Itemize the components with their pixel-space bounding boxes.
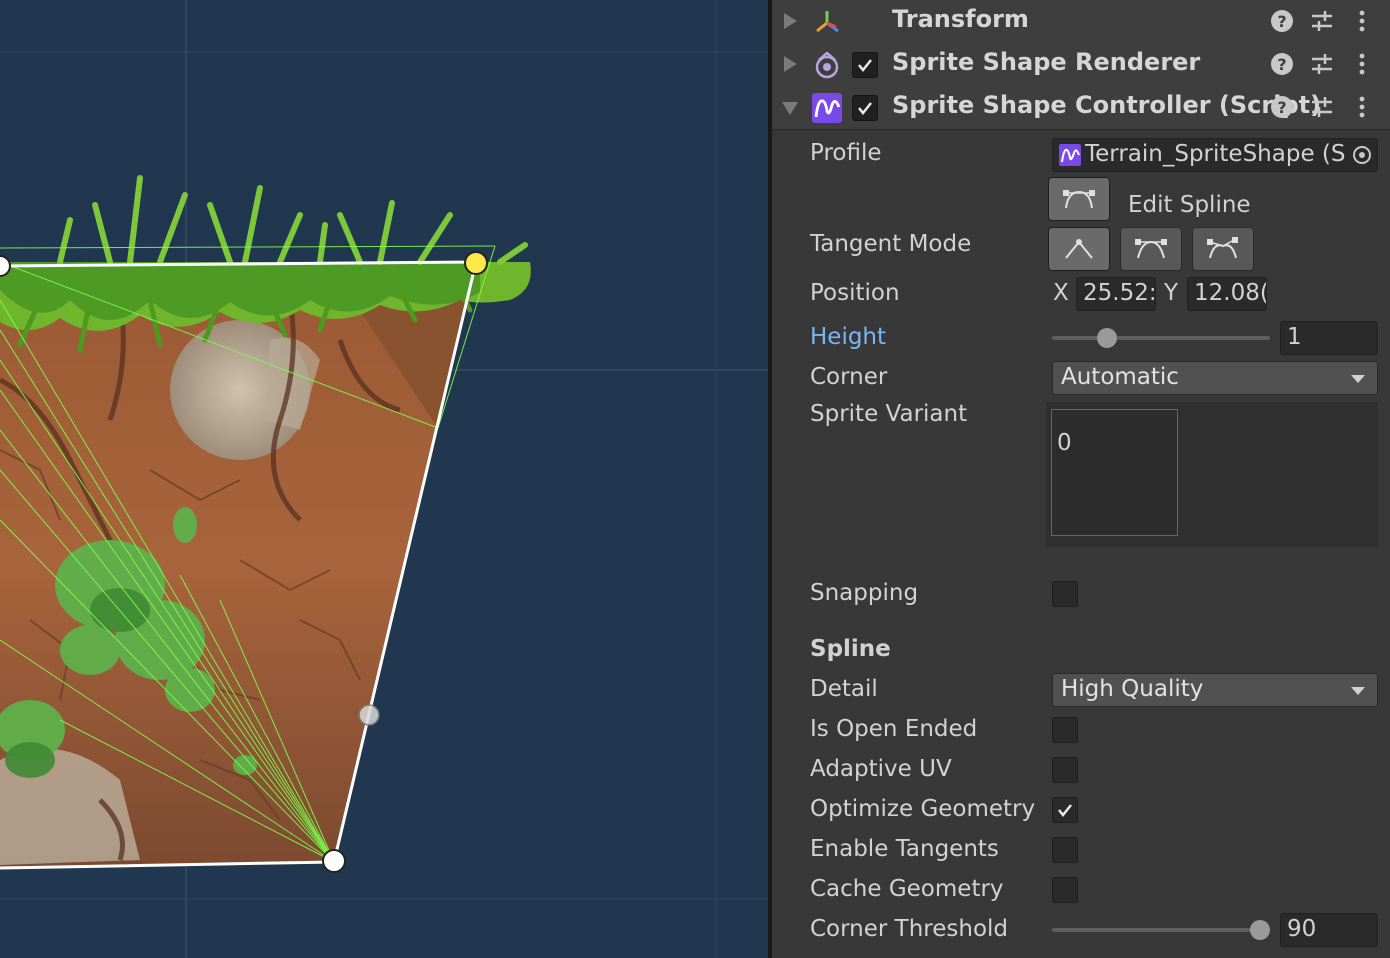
inspector-panel: Transform ? Sprite Shape Renderer ? Spri… <box>772 0 1390 958</box>
corner-dropdown[interactable]: Automatic <box>1052 361 1378 395</box>
position-x-field[interactable]: 25.52: <box>1076 277 1156 311</box>
corner-dropdown-value: Automatic <box>1061 364 1179 390</box>
scene-view[interactable] <box>0 0 768 958</box>
component-header-sprite-shape-controller[interactable]: Sprite Shape Controller (Script) ? <box>772 86 1390 130</box>
sprite-shape-renderer-icon <box>815 51 839 79</box>
chevron-down-icon <box>1351 687 1365 695</box>
enable-tangents-label: Enable Tangents <box>810 836 999 862</box>
transform-axis-icon <box>816 11 839 33</box>
foldout-arrow-icon[interactable] <box>782 102 798 115</box>
corner-threshold-slider-thumb[interactable] <box>1250 920 1270 940</box>
edit-spline-button[interactable] <box>1048 177 1110 221</box>
object-picker-icon[interactable] <box>1351 144 1373 166</box>
component-header-transform[interactable]: Transform ? <box>772 0 1390 44</box>
spline-point-midpoint[interactable] <box>358 704 380 726</box>
position-y-field[interactable]: 12.08( <box>1187 277 1267 311</box>
corner-threshold-label: Corner Threshold <box>810 916 1009 942</box>
cache-geometry-checkbox[interactable] <box>1052 877 1078 903</box>
preset-sliders-icon[interactable] <box>1309 51 1335 77</box>
corner-threshold-slider-track[interactable] <box>1052 928 1270 932</box>
kebab-menu-icon[interactable] <box>1349 8 1375 34</box>
edit-spline-label: Edit Spline <box>1128 192 1251 218</box>
optimize-geometry-label: Optimize Geometry <box>810 796 1036 822</box>
component-title: Sprite Shape Controller (Script) <box>892 91 1322 119</box>
sprite-shape-script-icon <box>812 93 842 123</box>
cache-geometry-label: Cache Geometry <box>810 876 1004 902</box>
checkmark-icon <box>858 102 872 116</box>
foldout-arrow-icon[interactable] <box>784 13 797 29</box>
snapping-label: Snapping <box>810 580 919 606</box>
height-slider-track[interactable] <box>1052 336 1270 340</box>
profile-object-field[interactable]: Terrain_SpriteShape (S <box>1052 138 1378 172</box>
foldout-arrow-icon[interactable] <box>784 56 797 72</box>
height-label: Height <box>810 324 887 350</box>
is-open-ended-checkbox[interactable] <box>1052 717 1078 743</box>
enable-tangents-checkbox[interactable] <box>1052 837 1078 863</box>
enable-toggle[interactable] <box>852 95 878 121</box>
sprite-variant-list: 0 <box>1046 402 1378 547</box>
sprite-shape-asset-icon <box>1059 144 1081 166</box>
svg-text:?: ? <box>1277 55 1286 74</box>
edit-spline-icon <box>1063 190 1095 209</box>
is-open-ended-label: Is Open Ended <box>810 716 978 742</box>
position-x-label: X <box>1053 280 1069 306</box>
broken-tangent-icon <box>1207 237 1238 259</box>
tangent-mode-broken-button[interactable] <box>1192 227 1254 271</box>
preset-sliders-icon[interactable] <box>1309 94 1335 120</box>
height-value-field[interactable]: 1 <box>1280 321 1378 355</box>
svg-text:?: ? <box>1277 98 1286 117</box>
tangent-mode-continuous-button[interactable] <box>1120 227 1182 271</box>
corner-label: Corner <box>810 364 888 390</box>
position-label: Position <box>810 280 900 306</box>
checkmark-icon <box>1058 804 1072 818</box>
tangent-mode-label: Tangent Mode <box>810 231 972 257</box>
corner-threshold-value-field[interactable]: 90 <box>1280 913 1378 947</box>
height-slider-thumb[interactable] <box>1097 328 1117 348</box>
adaptive-uv-label: Adaptive UV <box>810 756 952 782</box>
enable-toggle[interactable] <box>852 52 878 78</box>
spline-point-bottom[interactable] <box>322 849 346 873</box>
position-y-label: Y <box>1164 280 1179 306</box>
chevron-down-icon <box>1351 375 1365 383</box>
help-icon[interactable]: ? <box>1269 94 1295 120</box>
detail-dropdown-value: High Quality <box>1061 676 1204 702</box>
spline-section-title: Spline <box>810 636 891 662</box>
continuous-tangent-icon <box>1135 239 1167 259</box>
detail-label: Detail <box>810 676 878 702</box>
checkmark-icon <box>858 59 872 73</box>
spline-point-selected[interactable] <box>464 251 488 275</box>
detail-dropdown[interactable]: High Quality <box>1052 673 1378 707</box>
profile-label: Profile <box>810 140 882 166</box>
svg-text:?: ? <box>1277 12 1286 31</box>
preset-sliders-icon[interactable] <box>1309 8 1335 34</box>
snapping-checkbox[interactable] <box>1052 581 1078 607</box>
tangent-mode-linear-button[interactable] <box>1048 227 1110 271</box>
scene-canvas[interactable] <box>0 0 768 958</box>
help-icon[interactable]: ? <box>1269 51 1295 77</box>
optimize-geometry-checkbox[interactable] <box>1052 797 1078 823</box>
component-title: Transform <box>892 5 1029 33</box>
linear-tangent-icon <box>1065 239 1093 259</box>
sprite-variant-label: Sprite Variant <box>810 401 968 427</box>
sprite-variant-slot[interactable]: 0 <box>1051 409 1178 536</box>
component-header-sprite-shape-renderer[interactable]: Sprite Shape Renderer ? <box>772 43 1390 87</box>
component-title: Sprite Shape Renderer <box>892 48 1201 76</box>
help-icon[interactable]: ? <box>1269 8 1295 34</box>
profile-value: Terrain_SpriteShape (S <box>1085 141 1346 167</box>
adaptive-uv-checkbox[interactable] <box>1052 757 1078 783</box>
kebab-menu-icon[interactable] <box>1349 51 1375 77</box>
kebab-menu-icon[interactable] <box>1349 94 1375 120</box>
